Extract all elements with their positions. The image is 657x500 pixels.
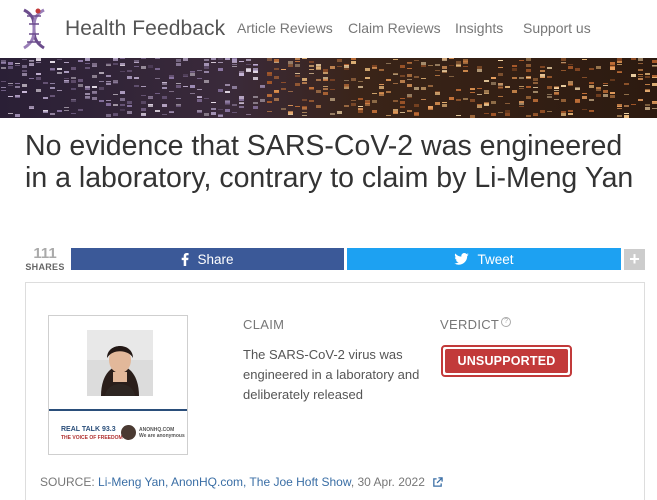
external-link-icon[interactable] xyxy=(432,477,443,488)
verdict-badge: UNSUPPORTED xyxy=(441,345,572,377)
source-date: , 30 Apr. 2022 xyxy=(350,475,425,489)
nav-claim-reviews[interactable]: Claim Reviews xyxy=(348,20,441,36)
dna-helix-icon[interactable] xyxy=(16,6,52,52)
claimant-photo xyxy=(87,330,153,396)
question-circle-icon[interactable]: ? xyxy=(501,317,512,327)
facebook-share-button[interactable]: Share xyxy=(71,248,344,270)
article-title: No evidence that SARS-CoV-2 was engineer… xyxy=(25,130,634,194)
source-prefix: SOURCE: xyxy=(40,475,99,489)
tweet-button[interactable]: Tweet xyxy=(347,248,621,270)
site-header: Health Feedback Article Reviews Claim Re… xyxy=(0,0,657,58)
claim-heading: CLAIM xyxy=(243,317,285,332)
share-button-label: Share xyxy=(197,251,234,267)
more-share-options-button[interactable]: + xyxy=(624,249,645,270)
verdict-heading: VERDICT xyxy=(440,317,500,332)
twitter-bird-icon xyxy=(454,253,470,265)
anonhq-emblem-icon xyxy=(121,425,136,440)
nav-article-reviews[interactable]: Article Reviews xyxy=(237,20,333,36)
claim-review-card: REAL TALK 93.3 THE VOICE OF FREEDOM ANON… xyxy=(25,282,645,500)
thumbnail-divider xyxy=(49,409,187,411)
claim-text: The SARS-CoV-2 virus was engineered in a… xyxy=(243,347,420,402)
share-count-number: 111 xyxy=(33,245,57,262)
nav-insights[interactable]: Insights xyxy=(455,20,503,36)
share-count: 111 SHARES xyxy=(24,246,66,273)
source-links[interactable]: Li-Meng Yan, AnonHQ.com, The Joe Hoft Sh… xyxy=(98,475,351,489)
tweet-button-label: Tweet xyxy=(477,251,514,267)
share-count-label: SHARES xyxy=(25,262,65,272)
brand-name[interactable]: Health Feedback xyxy=(65,17,225,41)
verdict-heading-row: VERDICT? xyxy=(440,317,512,332)
plus-icon: + xyxy=(629,249,640,269)
nav-support-us[interactable]: Support us xyxy=(523,20,591,36)
verdict-label: UNSUPPORTED xyxy=(445,349,568,373)
claim-thumbnail: REAL TALK 93.3 THE VOICE OF FREEDOM ANON… xyxy=(48,315,188,455)
facebook-icon xyxy=(182,252,190,266)
claim-source: SOURCE: Li-Meng Yan, AnonHQ.com, The Joe… xyxy=(40,475,443,489)
header-banner-image xyxy=(0,58,657,118)
anonhq-logo: ANONHQ.COM We are anonymous xyxy=(121,425,185,440)
real-talk-logo: REAL TALK 93.3 THE VOICE OF FREEDOM xyxy=(61,426,123,441)
